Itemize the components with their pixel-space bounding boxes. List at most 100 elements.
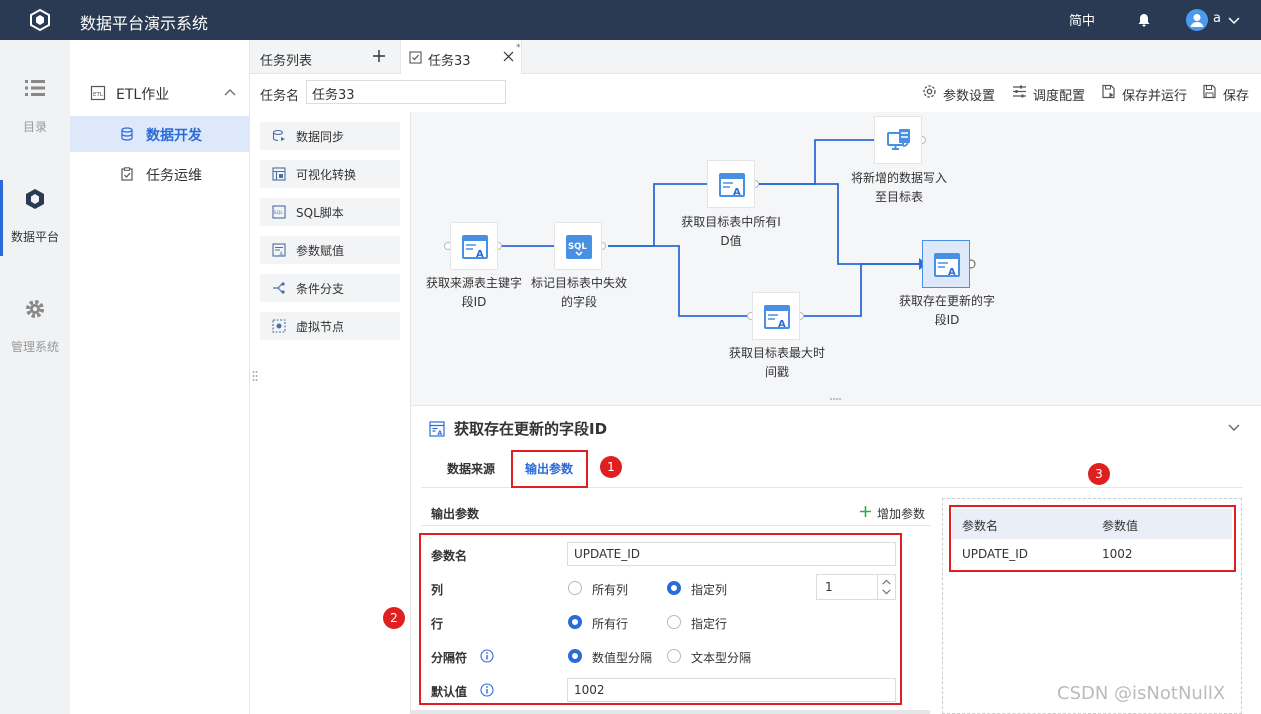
node-write-new-data[interactable] bbox=[874, 116, 922, 164]
sidebar-item-label: 任务运维 bbox=[146, 168, 202, 184]
workflow-canvas[interactable]: A SQL A A A 获取来源表主键字 段ID 标记目标表中失效 的字段 获取目标… bbox=[410, 112, 1261, 405]
field-row: 行 所有行 指定行 bbox=[431, 615, 728, 631]
avatar[interactable] bbox=[1186, 9, 1208, 31]
button-label: 保存 bbox=[1223, 89, 1250, 104]
param-assign-icon: A bbox=[764, 305, 790, 330]
param-assign-icon: A bbox=[934, 253, 960, 278]
sidebar-group-etl[interactable]: ETL ETL作业 bbox=[70, 76, 250, 110]
sidebar-item-task-ops[interactable]: 任务运维 bbox=[70, 156, 250, 192]
data-sync-icon bbox=[272, 129, 285, 142]
task-toolbar: 任务名 任务33 参数设置 调度配置 保存并运行 保存 bbox=[250, 74, 1261, 112]
horizontal-scrollbar[interactable] bbox=[410, 710, 930, 714]
plus-icon[interactable] bbox=[372, 49, 386, 63]
resize-handle-icon[interactable] bbox=[829, 396, 843, 402]
annotation-box-1 bbox=[511, 450, 588, 488]
close-icon[interactable] bbox=[503, 51, 514, 62]
save-run-icon bbox=[1102, 84, 1115, 99]
list-icon bbox=[25, 80, 45, 96]
field-param-name: 参数名 UPDATE_ID bbox=[431, 542, 901, 568]
component-data-sync[interactable]: 数据同步 bbox=[260, 122, 400, 150]
component-condition-branch[interactable]: 条件分支 bbox=[260, 274, 400, 302]
annotation-badge-3: 3 bbox=[1088, 463, 1110, 485]
divider bbox=[421, 525, 931, 526]
nav-label: 数据平台 bbox=[10, 230, 59, 244]
task-check-icon bbox=[409, 51, 422, 64]
node-get-max-timestamp[interactable]: A bbox=[752, 292, 800, 340]
column-stepper[interactable]: 1 bbox=[816, 574, 896, 600]
svg-text:ETL: ETL bbox=[93, 92, 104, 98]
button-label: 增加参数 bbox=[877, 507, 926, 521]
field-default-value: 默认值 1002 bbox=[431, 678, 901, 704]
field-column: 列 所有列 指定列 1 bbox=[431, 574, 901, 602]
field-label: 行 bbox=[431, 617, 444, 631]
button-label: 调度配置 bbox=[1033, 89, 1086, 104]
save-and-run-button[interactable]: 保存并运行 bbox=[1101, 83, 1191, 104]
chevron-down-icon[interactable] bbox=[1228, 14, 1240, 26]
field-label: 默认值 bbox=[431, 685, 468, 699]
top-bar: 数据平台演示系统 简中 a bbox=[0, 0, 1261, 40]
connection-lines bbox=[444, 136, 976, 320]
nav-label: 管理系统 bbox=[10, 340, 59, 354]
tab-bar: 任务列表 任务33 * bbox=[250, 40, 1261, 74]
etl-icon: ETL bbox=[90, 85, 106, 101]
component-virtual-node[interactable]: 虚拟节点 bbox=[260, 312, 400, 340]
sql-icon: SQL bbox=[566, 235, 592, 259]
component-param-assign[interactable]: A 参数赋值 bbox=[260, 236, 400, 264]
node-label: 获取目标表最大时 间戳 bbox=[728, 346, 825, 379]
clipboard-icon bbox=[121, 167, 133, 181]
task-name-label: 任务名 bbox=[260, 89, 300, 104]
sql-icon: SQL bbox=[272, 205, 286, 219]
database-icon bbox=[121, 127, 133, 141]
sidebar-group-label: ETL作业 bbox=[116, 87, 170, 103]
gear-icon bbox=[26, 300, 44, 318]
svg-text:A: A bbox=[778, 319, 786, 330]
user-name[interactable]: a bbox=[1213, 11, 1221, 26]
task-name-input[interactable]: 任务33 bbox=[306, 80, 506, 104]
node-label: 获取存在更新的字 段ID bbox=[898, 294, 995, 327]
node-label: 获取来源表主键字 段ID bbox=[425, 276, 522, 309]
field-label: 参数名 bbox=[431, 549, 468, 563]
param-settings-button[interactable]: 参数设置 bbox=[922, 83, 1002, 104]
stepper-arrows-icon[interactable] bbox=[877, 575, 895, 599]
language-switch[interactable]: 简中 bbox=[1069, 10, 1095, 29]
info-icon[interactable] bbox=[480, 683, 494, 697]
sidebar-item-data-dev[interactable]: 数据开发 bbox=[70, 116, 250, 152]
param-assign-icon: A bbox=[272, 243, 286, 257]
info-icon[interactable] bbox=[480, 649, 494, 663]
chevron-down-icon[interactable] bbox=[1227, 420, 1241, 434]
node-label: 获取目标表中所有I D值 bbox=[681, 215, 781, 248]
node-mark-invalid-fields[interactable]: SQL bbox=[554, 222, 602, 270]
virtual-node-icon bbox=[272, 319, 286, 333]
sliders-icon bbox=[1013, 85, 1026, 98]
bell-icon[interactable] bbox=[1136, 12, 1152, 28]
annotation-box-3 bbox=[949, 505, 1236, 572]
sidebar-item-label: 数据开发 bbox=[146, 128, 202, 144]
resize-handle-icon[interactable] bbox=[252, 370, 258, 384]
nav-label: 目录 bbox=[22, 120, 47, 134]
nav-item-data-platform[interactable]: 数据平台 bbox=[0, 180, 70, 268]
svg-text:SQL: SQL bbox=[568, 242, 587, 252]
tab-task-33[interactable]: 任务33 * bbox=[400, 40, 522, 74]
schedule-config-button[interactable]: 调度配置 bbox=[1012, 83, 1092, 104]
node-get-source-pk[interactable]: A bbox=[450, 222, 498, 270]
tab-label: 任务33 bbox=[428, 54, 471, 69]
save-button[interactable]: 保存 bbox=[1202, 83, 1252, 104]
nav-item-admin[interactable]: 管理系统 bbox=[0, 298, 70, 378]
tab-task-list[interactable]: 任务列表 bbox=[250, 40, 400, 74]
field-label: 列 bbox=[431, 583, 444, 597]
button-label: 参数设置 bbox=[943, 89, 996, 104]
visual-transform-icon bbox=[272, 167, 286, 181]
tab-data-source[interactable]: 数据来源 bbox=[447, 450, 495, 488]
node-get-updated-ids[interactable]: A bbox=[922, 240, 970, 288]
nav-item-catalog[interactable]: 目录 bbox=[0, 78, 70, 158]
param-assign-icon: A bbox=[462, 235, 488, 260]
svg-text:A: A bbox=[733, 187, 741, 198]
field-label: 分隔符 bbox=[431, 651, 468, 665]
component-sql-script[interactable]: SQL SQL脚本 bbox=[260, 198, 400, 226]
default-value-input[interactable]: 1002 bbox=[567, 678, 896, 702]
component-visual-transform[interactable]: 可视化转换 bbox=[260, 160, 400, 188]
node-label: 将新增的数据写入 至目标表 bbox=[850, 171, 947, 204]
node-get-target-ids[interactable]: A bbox=[707, 160, 755, 208]
logo-icon bbox=[30, 8, 50, 32]
param-name-input[interactable]: UPDATE_ID bbox=[567, 542, 896, 566]
